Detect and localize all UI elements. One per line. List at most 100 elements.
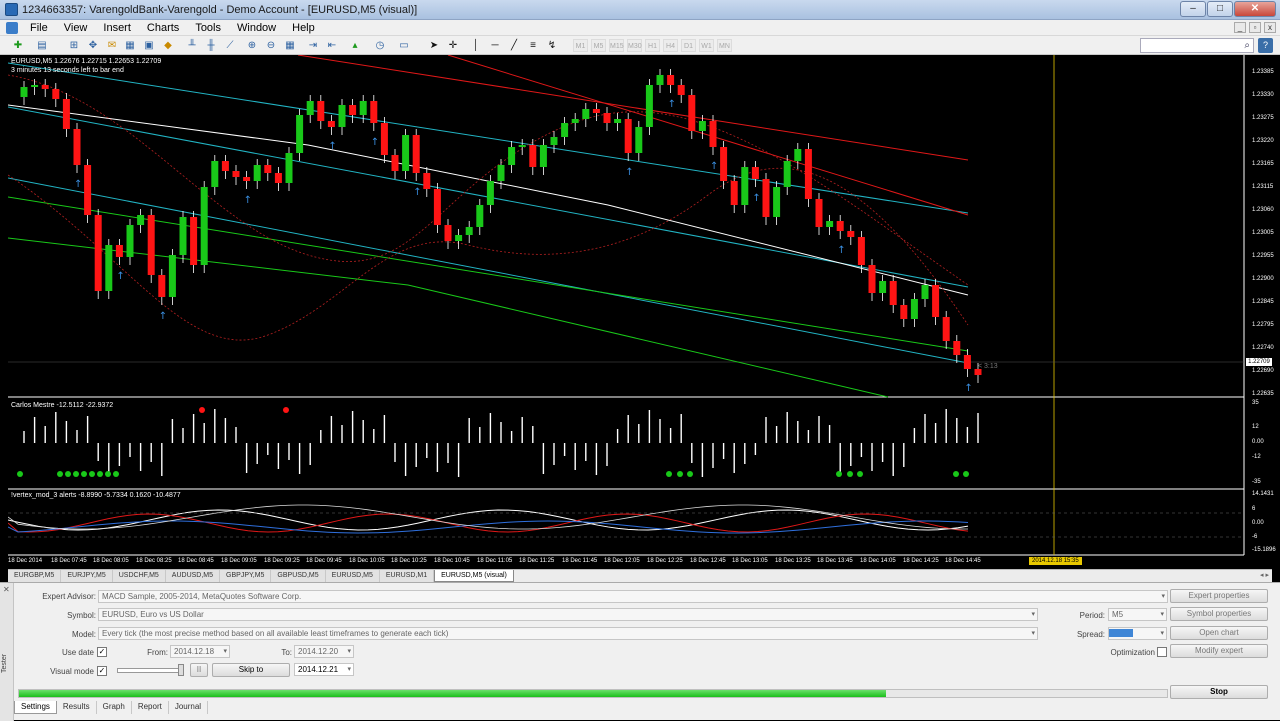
chart-window-icon[interactable] (6, 21, 18, 34)
tf-m15-button[interactable]: M15 (609, 39, 624, 52)
chart-tab-eurjpy-m5[interactable]: EURJPY,M5 (61, 570, 113, 582)
vertical-line-icon[interactable]: │ (468, 38, 484, 53)
search-icon[interactable]: ⌕ (1244, 40, 1250, 51)
periods-icon[interactable]: ◷ (372, 38, 388, 53)
tab-journal[interactable]: Journal (169, 701, 209, 714)
open-chart-button[interactable]: Open chart (1170, 626, 1268, 640)
chart-tab-eurusd-m1[interactable]: EURUSD,M1 (379, 570, 435, 582)
expert-advisor-select[interactable]: MACD Sample, 2005-2014, MetaQuotes Softw… (98, 590, 1168, 603)
menu-file[interactable]: File (22, 20, 56, 36)
candle-body (433, 189, 441, 225)
new-order-icon[interactable]: ✚ (10, 38, 26, 53)
bar-chart-icon[interactable]: ╨ (184, 38, 200, 53)
skip-to-date-input[interactable]: 2014.12.21 ▾ (294, 663, 354, 676)
shapes-icon[interactable]: ↯ (544, 38, 560, 53)
expert-properties-button[interactable]: Expert properties (1170, 589, 1268, 603)
chart-restore-button[interactable]: ▫ (1249, 22, 1261, 33)
help-icon[interactable]: ? (1258, 38, 1273, 53)
line-chart-icon[interactable]: ⟋ (222, 38, 238, 53)
optimization-checkbox[interactable] (1157, 647, 1167, 657)
chart-shift-icon[interactable]: ⇥ (305, 38, 321, 53)
skip-to-button[interactable]: Skip to (212, 663, 290, 677)
menu-help[interactable]: Help (284, 20, 323, 36)
strategy-tester-icon[interactable]: ▣ (141, 38, 157, 53)
tf-h4-button[interactable]: H4 (663, 39, 678, 52)
search-input[interactable]: ⌕ (1140, 38, 1254, 53)
tab-report[interactable]: Report (132, 701, 169, 714)
tester-close-icon[interactable]: ✕ (3, 585, 10, 594)
equidistant-channel-icon[interactable]: ≡ (525, 38, 541, 53)
minimize-button[interactable]: – (1180, 1, 1206, 17)
chart-tab-gbpusd-m5[interactable]: GBPUSD,M5 (271, 570, 326, 582)
trendline-icon[interactable]: ╱ (506, 38, 522, 53)
horizontal-line-icon[interactable]: ─ (487, 38, 503, 53)
indicator1-scale: -35 (1252, 479, 1261, 485)
candle-body (635, 127, 643, 153)
tf-h1-button[interactable]: H1 (645, 39, 660, 52)
chart-close-button[interactable]: x (1264, 22, 1276, 33)
price-tick: 1.22690 (1252, 368, 1274, 374)
candle-body (296, 115, 304, 153)
tf-m5-button[interactable]: M5 (591, 39, 606, 52)
tile-windows-icon[interactable]: ▦ (282, 38, 298, 53)
navigator-icon[interactable]: ✥ (85, 38, 101, 53)
templates-icon[interactable]: ▭ (396, 38, 412, 53)
indicators-icon[interactable]: ▴ (347, 38, 363, 53)
visual-speed-slider[interactable] (117, 668, 183, 673)
chart-tab-gbpjpy-m5[interactable]: GBPJPY,M5 (220, 570, 272, 582)
candle-body (444, 225, 452, 241)
autoscroll-icon[interactable]: ⇤ (324, 38, 340, 53)
tab-results[interactable]: Results (57, 701, 97, 714)
menu-tools[interactable]: Tools (187, 20, 229, 36)
chart-minimize-button[interactable]: _ (1234, 22, 1246, 33)
visual-mode-checkbox[interactable]: ✓ (97, 666, 107, 676)
use-date-checkbox[interactable]: ✓ (97, 647, 107, 657)
time-tick: 18 Dec 08:25 (136, 558, 172, 564)
tf-m1-button[interactable]: M1 (573, 39, 588, 52)
chart-tab-audusd-m5[interactable]: AUDUSD,M5 (165, 570, 221, 582)
time-tick: 18 Dec 08:05 (93, 558, 129, 564)
menu-insert[interactable]: Insert (95, 20, 139, 36)
zoom-in-icon[interactable]: ⊕ (244, 38, 260, 53)
modify-expert-button[interactable]: Modify expert (1170, 644, 1268, 658)
to-date-input[interactable]: 2014.12.20 ▾ (294, 645, 354, 658)
tf-mn-button[interactable]: MN (717, 39, 732, 52)
market-watch-icon[interactable]: ⊞ (66, 38, 82, 53)
menu-charts[interactable]: Charts (139, 20, 187, 36)
tf-w1-button[interactable]: W1 (699, 39, 714, 52)
price-chart-svg[interactable]: ↑ ↑ ↑ ↑ ↑ ↑ ↑ ↑ ↑ ↑ ↑ ↑ ↑ (8, 55, 1272, 569)
tab-settings[interactable]: Settings (14, 701, 57, 714)
profiles-icon[interactable]: ▤ (34, 38, 50, 53)
symbol-select[interactable]: EURUSD, Euro vs US Dollar ▾ (98, 608, 1038, 621)
zoom-out-icon[interactable]: ⊖ (263, 38, 279, 53)
from-date-input[interactable]: 2014.12.18 ▾ (170, 645, 230, 658)
crosshair-icon[interactable]: ✛ (445, 38, 461, 53)
indicator2-scale: 14.1431 (1252, 491, 1274, 497)
tabs-scroll-arrows[interactable]: ◂ ▸ (1260, 571, 1269, 579)
stop-button[interactable]: Stop (1170, 685, 1268, 699)
data-window-icon[interactable]: ✉ (104, 38, 120, 53)
pause-button[interactable]: II (190, 663, 208, 677)
chart-tab-eurusd-m5[interactable]: EURUSD,M5 (325, 570, 380, 582)
tf-d1-button[interactable]: D1 (681, 39, 696, 52)
visual-speed-slider-thumb[interactable] (178, 664, 184, 676)
symbol-label: Symbol: (67, 611, 96, 620)
chart-window[interactable]: ↑ ↑ ↑ ↑ ↑ ↑ ↑ ↑ ↑ ↑ ↑ ↑ ↑ EURUSD,M5 1.22676 1.22715 … (8, 55, 1276, 569)
model-select[interactable]: Every tick (the most precise method base… (98, 627, 1038, 640)
period-select[interactable]: M5 ▾ (1108, 608, 1167, 621)
maximize-button[interactable]: □ (1207, 1, 1233, 17)
tab-graph[interactable]: Graph (97, 701, 132, 714)
autotrading-icon[interactable]: ◆ (160, 38, 176, 53)
tf-m30-button[interactable]: M30 (627, 39, 642, 52)
cursor-icon[interactable]: ➤ (426, 38, 442, 53)
menu-view[interactable]: View (56, 20, 96, 36)
candlestick-icon[interactable]: ╫ (203, 38, 219, 53)
symbol-properties-button[interactable]: Symbol properties (1170, 607, 1268, 621)
chart-tab-eurusd-m5-visual[interactable]: EURUSD,M5 (visual) (434, 570, 514, 582)
close-button[interactable]: ✕ (1234, 1, 1276, 17)
menu-window[interactable]: Window (229, 20, 284, 36)
terminal-icon[interactable]: ▦ (122, 38, 138, 53)
visual-mode-label: Visual mode (50, 667, 94, 676)
chart-tab-usdchf-m5[interactable]: USDCHF,M5 (112, 570, 166, 582)
chart-tab-eurgbp-m5[interactable]: EURGBP,M5 (8, 570, 62, 582)
